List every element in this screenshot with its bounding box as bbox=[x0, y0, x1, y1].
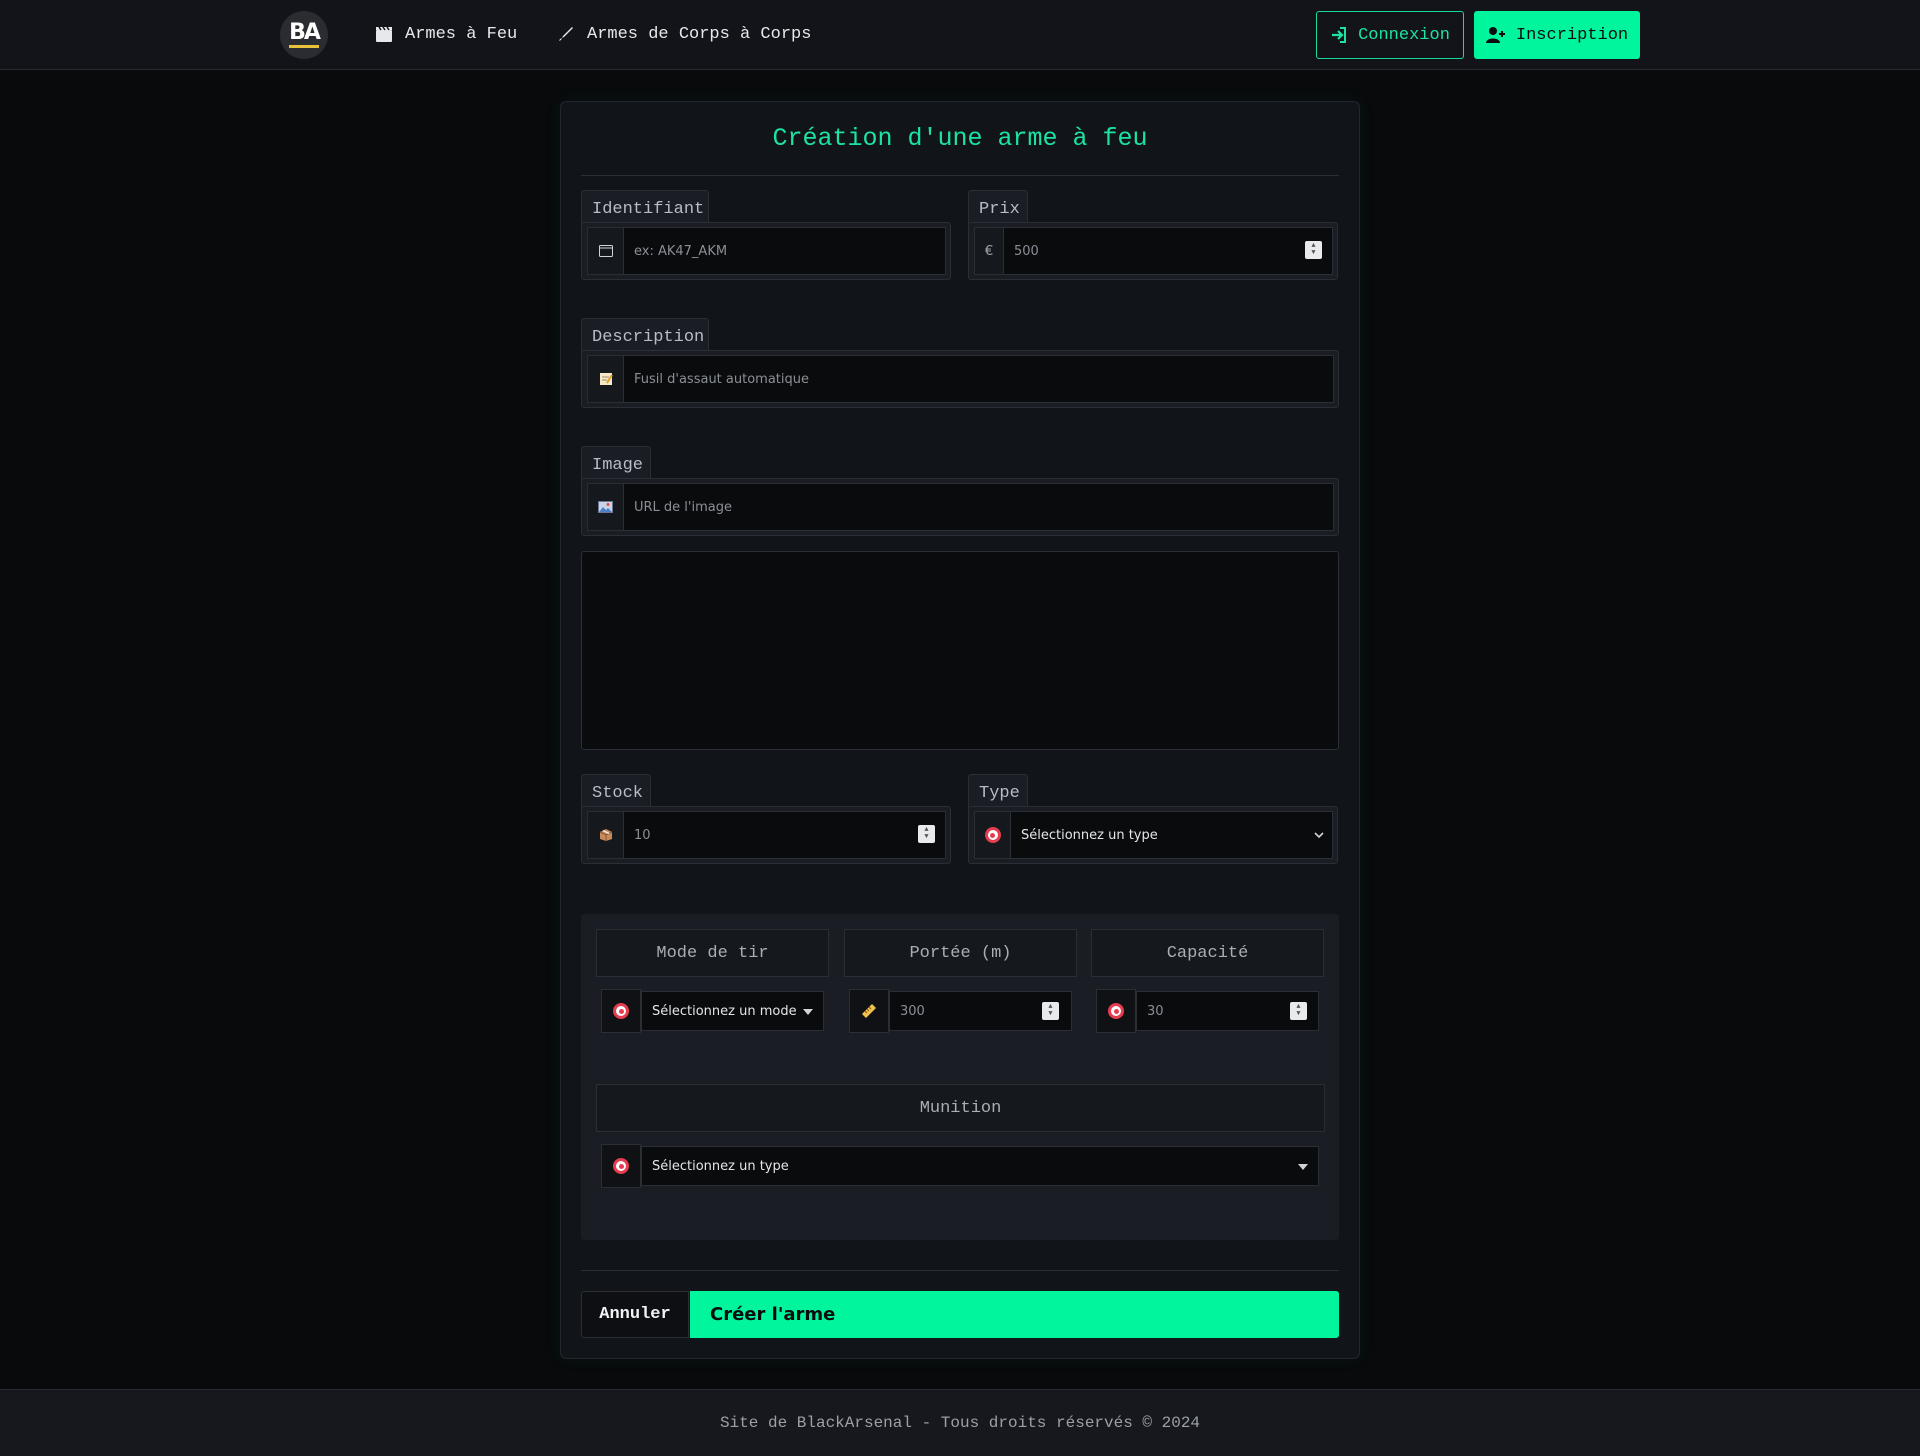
image-preview bbox=[581, 551, 1339, 750]
ruler-icon bbox=[849, 989, 889, 1033]
portee-spinner[interactable]: ▲ ▼ bbox=[1042, 1002, 1059, 1020]
type-select[interactable]: Sélectionnez un type bbox=[1010, 811, 1333, 859]
euro-addon: € bbox=[974, 227, 1004, 275]
title-divider bbox=[581, 175, 1339, 176]
cancel-button[interactable]: Annuler bbox=[581, 1291, 689, 1338]
register-label: Inscription bbox=[1515, 25, 1629, 45]
prix-spinner[interactable]: ▲ ▼ bbox=[1305, 241, 1322, 259]
mode-tir-header: Mode de tir bbox=[596, 929, 829, 977]
top-navbar: BA Armes à Feu Armes de Corps à Corps Co… bbox=[0, 0, 1920, 70]
munition-select-value: Sélectionnez un type bbox=[652, 1158, 789, 1174]
capacite-header: Capacité bbox=[1091, 929, 1324, 977]
logo-underline bbox=[289, 44, 319, 48]
login-button[interactable]: Connexion bbox=[1316, 11, 1464, 59]
package-icon bbox=[587, 811, 624, 859]
actions-divider bbox=[581, 1270, 1339, 1271]
stock-input[interactable]: 10 bbox=[623, 811, 946, 859]
logo-text: BA bbox=[289, 19, 321, 45]
mode-tir-select-value: Sélectionnez un mode bbox=[652, 1003, 797, 1019]
target-icon bbox=[601, 1144, 641, 1188]
caret-down-icon bbox=[1298, 1164, 1308, 1170]
mode-tir-select[interactable]: Sélectionnez un mode bbox=[641, 991, 824, 1031]
user-plus-icon bbox=[1485, 27, 1505, 43]
memo-icon bbox=[587, 355, 624, 403]
id-card-icon bbox=[587, 227, 624, 275]
target-icon bbox=[1096, 989, 1136, 1033]
chevron-down-icon bbox=[1314, 832, 1324, 839]
type-select-value: Sélectionnez un type bbox=[1021, 827, 1158, 843]
site-logo[interactable]: BA bbox=[280, 11, 328, 59]
target-icon bbox=[974, 811, 1011, 859]
nav-link-label: Armes à Feu bbox=[405, 24, 518, 44]
clapper-icon bbox=[375, 25, 393, 43]
nav-link-armes-a-feu[interactable]: Armes à Feu bbox=[375, 23, 517, 45]
nav-link-corps-a-corps[interactable]: Armes de Corps à Corps bbox=[557, 23, 811, 45]
target-icon bbox=[601, 989, 641, 1033]
capacite-spinner[interactable]: ▲ ▼ bbox=[1290, 1002, 1307, 1020]
prix-input[interactable]: 500 bbox=[1003, 227, 1333, 275]
identifiant-input[interactable]: ex: AK47_AKM bbox=[623, 227, 946, 275]
form-title: Création d'une arme à feu bbox=[772, 124, 1148, 153]
create-weapon-button[interactable]: Créer l'arme bbox=[690, 1291, 1339, 1338]
munition-header: Munition bbox=[596, 1084, 1325, 1132]
picture-icon bbox=[587, 483, 624, 531]
munition-select[interactable]: Sélectionnez un type bbox=[641, 1146, 1319, 1186]
image-url-input[interactable]: URL de l'image bbox=[623, 483, 1334, 531]
portee-header: Portée (m) bbox=[844, 929, 1077, 977]
site-footer: Site de BlackArsenal - Tous droits réser… bbox=[0, 1389, 1920, 1456]
knife-icon bbox=[557, 25, 575, 43]
footer-text: Site de BlackArsenal - Tous droits réser… bbox=[719, 1414, 1201, 1432]
nav-link-label: Armes de Corps à Corps bbox=[587, 24, 812, 44]
sign-in-icon bbox=[1332, 27, 1347, 43]
description-input[interactable]: Fusil d'assaut automatique bbox=[623, 355, 1334, 403]
register-button[interactable]: Inscription bbox=[1474, 11, 1640, 59]
caret-down-icon bbox=[803, 1009, 813, 1015]
login-label: Connexion bbox=[1358, 25, 1450, 45]
stock-spinner[interactable]: ▲ ▼ bbox=[918, 825, 935, 843]
